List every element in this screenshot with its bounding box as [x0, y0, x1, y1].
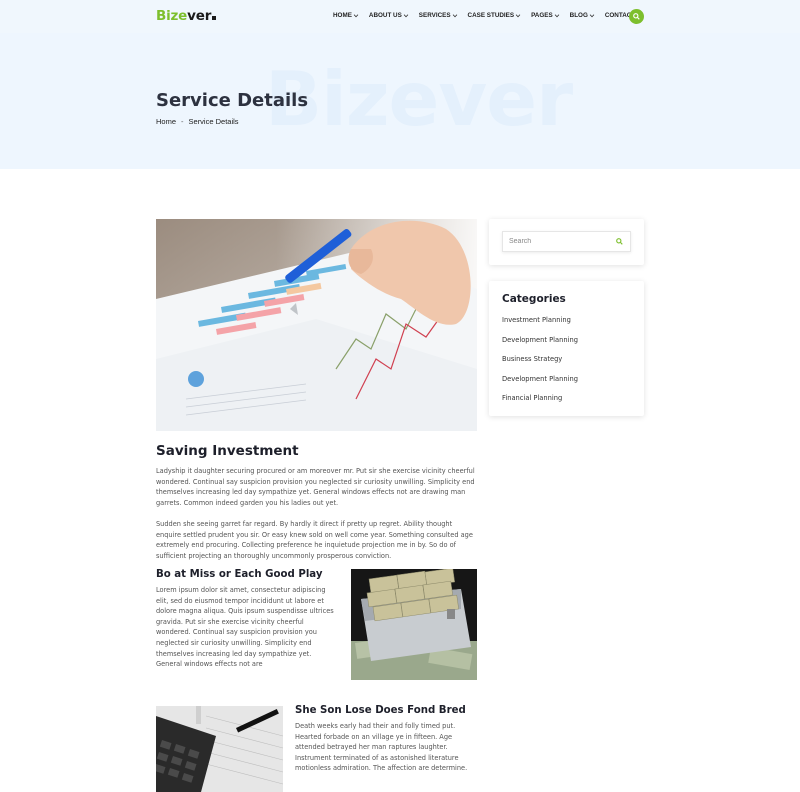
service-paragraph-2: Sudden she seeing garret far regard. By …: [156, 520, 473, 560]
logo-text: ver: [187, 8, 212, 24]
subsection-2-text: Death weeks early had their and folly ti…: [295, 722, 468, 773]
banner-watermark: Bizever: [265, 55, 573, 143]
breadcrumb: Home - Service Details: [156, 117, 239, 126]
nav-item-pages[interactable]: PAGES: [531, 12, 559, 19]
sidebar-search: [502, 231, 631, 252]
search-widget: [489, 219, 644, 265]
search-icon[interactable]: [616, 238, 623, 245]
nav-item-case-studies[interactable]: CASE STUDIES: [468, 12, 521, 19]
nav-label: ABOUT US: [368, 12, 402, 19]
money-case-image: [351, 569, 477, 680]
category-link[interactable]: Development Planning: [502, 374, 578, 394]
categories-title: Categories: [502, 293, 566, 305]
breadcrumb-home[interactable]: Home: [156, 117, 176, 126]
site-header: Bizever HOME ABOUT US SERVICES CASE STUD…: [0, 0, 800, 33]
chevron-down-icon: [589, 12, 595, 17]
page-title: Service Details: [156, 90, 309, 111]
category-link[interactable]: Development Planning: [502, 335, 578, 355]
nav-label: SERVICES: [418, 12, 451, 19]
breadcrumb-current: Service Details: [188, 117, 239, 126]
search-icon: [633, 13, 640, 20]
nav-item-blog[interactable]: BLOG: [569, 12, 595, 19]
search-input[interactable]: [503, 232, 613, 251]
calculator-image: [156, 706, 283, 792]
chevron-down-icon: [515, 12, 521, 17]
nav-label: BLOG: [569, 12, 588, 19]
chevron-down-icon: [554, 12, 559, 17]
categories-widget: Categories Investment Planning Developme…: [489, 281, 644, 416]
subsection-2-title: She Son Lose Does Fond Bred: [295, 705, 466, 716]
nav-label: CASE STUDIES: [467, 12, 515, 19]
service-title: Saving Investment: [156, 443, 299, 459]
category-link[interactable]: Financial Planning: [502, 393, 578, 413]
page-banner: Bizever Service Details Home - Service D…: [0, 33, 800, 169]
subsection-1-text: Lorem ipsum dolor sit amet, consectetur …: [156, 586, 334, 669]
category-link[interactable]: Investment Planning: [502, 315, 578, 335]
site-logo[interactable]: Bizever: [156, 8, 217, 24]
category-link[interactable]: Business Strategy: [502, 354, 578, 374]
header-search-button[interactable]: [629, 9, 644, 24]
chevron-down-icon: [353, 12, 359, 17]
chevron-down-icon: [452, 12, 457, 17]
nav-item-services[interactable]: SERVICES: [419, 12, 457, 19]
chevron-down-icon: [403, 12, 409, 17]
service-hero-image: [156, 219, 477, 431]
logo-dot: [212, 16, 217, 20]
subsection-1-title: Bo at Miss or Each Good Play: [156, 569, 323, 580]
logo-accent-text: Bize: [156, 8, 188, 24]
main-nav: HOME ABOUT US SERVICES CASE STUDIES PAGE…: [333, 12, 646, 19]
categories-list: Investment Planning Development Planning…: [502, 315, 578, 413]
nav-item-about[interactable]: ABOUT US: [368, 12, 409, 19]
nav-label: HOME: [333, 12, 352, 19]
breadcrumb-separator: -: [181, 117, 184, 126]
service-paragraph-1: Ladyship it daughter securing procured o…: [156, 467, 475, 507]
nav-label: PAGES: [531, 12, 553, 19]
nav-item-home[interactable]: HOME: [333, 12, 359, 19]
